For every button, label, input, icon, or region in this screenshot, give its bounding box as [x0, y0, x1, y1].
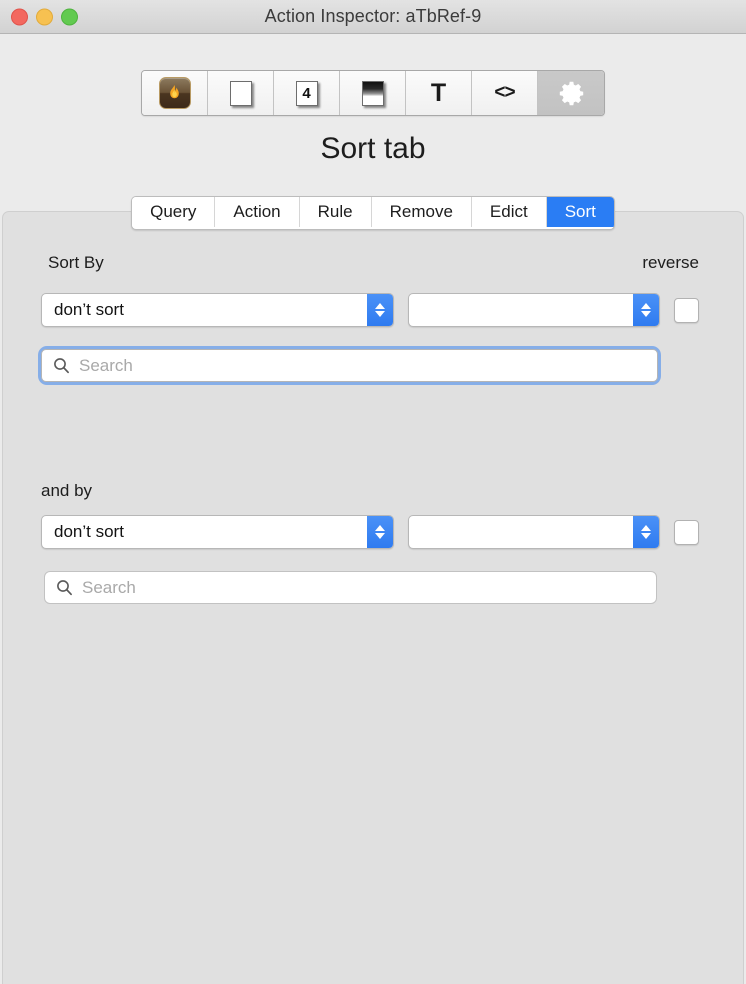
text-icon: T — [430, 78, 447, 107]
window-title: Action Inspector: aTbRef-9 — [264, 6, 482, 26]
sort-attribute-stepper-secondary[interactable] — [367, 516, 393, 548]
sort-order-popup-primary[interactable] — [408, 293, 660, 327]
sort-attribute-value-secondary: don’t sort — [54, 522, 124, 541]
gear-icon — [558, 80, 585, 107]
chevron-down-icon — [375, 311, 385, 317]
tab-query[interactable]: Query — [132, 197, 216, 227]
search-icon — [57, 580, 72, 596]
chevron-down-icon — [375, 533, 385, 539]
tab-rule[interactable]: Rule — [299, 197, 372, 227]
sort-attribute-popup-secondary[interactable]: don’t sort — [41, 515, 394, 549]
reverse-checkbox-primary[interactable] — [674, 298, 699, 323]
toolbar-button-blank-card[interactable] — [208, 71, 274, 115]
card-four-icon: 4 — [295, 80, 318, 106]
chevron-down-icon — [641, 311, 651, 317]
action-inspector-window: Action Inspector: aTbRef-9 4 T <> Sort t… — [0, 0, 746, 984]
sort-order-popup-secondary[interactable] — [408, 515, 660, 549]
blank-card-icon — [229, 80, 252, 106]
search-icon — [54, 358, 69, 374]
tab-content-panel: Sort By reverse don’t sort Search and by… — [2, 211, 744, 984]
reverse-checkbox-secondary[interactable] — [674, 520, 699, 545]
sort-by-label: Sort By — [48, 253, 104, 272]
chevron-up-icon — [641, 303, 651, 309]
sort-search-field-secondary[interactable]: Search — [44, 571, 657, 604]
sort-attribute-popup-primary[interactable]: don’t sort — [41, 293, 394, 327]
tab-edict[interactable]: Edict — [471, 197, 547, 227]
toolbar-button-gradient-card[interactable] — [340, 71, 406, 115]
reverse-label: reverse — [642, 253, 699, 272]
chevron-up-icon — [641, 525, 651, 531]
tab-sort[interactable]: Sort — [546, 197, 614, 227]
chevron-up-icon — [375, 303, 385, 309]
page-title: Sort tab — [320, 132, 426, 165]
code-icon: <> — [494, 82, 515, 103]
fire-icon — [158, 77, 191, 109]
gradient-card-icon — [361, 80, 384, 106]
sort-search-placeholder-primary: Search — [79, 355, 133, 375]
and-by-label: and by — [41, 481, 93, 500]
tab-bar: Query Action Rule Remove Edict Sort — [0, 196, 746, 230]
sort-attribute-stepper-primary[interactable] — [367, 294, 393, 326]
toolbar-button-gear[interactable] — [538, 71, 604, 115]
sort-search-field-primary[interactable]: Search — [38, 346, 661, 385]
chevron-up-icon — [375, 525, 385, 531]
sort-attribute-value-primary: don’t sort — [54, 300, 124, 319]
toolbar-button-fire[interactable] — [142, 71, 208, 115]
sort-search-placeholder-secondary: Search — [82, 577, 136, 597]
chevron-down-icon — [641, 533, 651, 539]
toolbar-button-text[interactable]: T — [406, 71, 472, 115]
toolbar: 4 T <> — [0, 70, 746, 116]
sort-order-stepper-primary[interactable] — [633, 294, 659, 326]
sort-order-stepper-secondary[interactable] — [633, 516, 659, 548]
segmented-control: Query Action Rule Remove Edict Sort — [131, 196, 615, 230]
window-titlebar: Action Inspector: aTbRef-9 — [0, 0, 746, 34]
tab-action[interactable]: Action — [215, 197, 300, 227]
toolbar-button-card-four[interactable]: 4 — [274, 71, 340, 115]
toolbar-button-code[interactable]: <> — [472, 71, 538, 115]
tab-remove[interactable]: Remove — [371, 197, 472, 227]
